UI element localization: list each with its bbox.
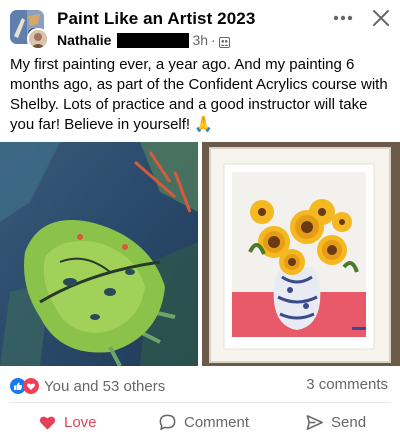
send-button[interactable]: Send xyxy=(305,411,366,433)
send-icon xyxy=(306,414,323,430)
love-button[interactable]: Love xyxy=(38,411,97,433)
comment-button[interactable]: Comment xyxy=(158,411,249,433)
love-reaction-icon xyxy=(23,378,39,394)
post-time[interactable]: 3h xyxy=(192,32,208,48)
post-actions: Love Comment Send xyxy=(0,407,400,437)
redaction-bar xyxy=(117,32,190,48)
send-label: Send xyxy=(331,413,367,431)
reactions-count[interactable]: You and 53 others xyxy=(44,378,165,395)
comment-label: Comment xyxy=(184,413,250,431)
group-name[interactable]: Paint Like an Artist 2023 xyxy=(57,9,255,29)
avatar-group[interactable] xyxy=(10,10,49,50)
monstera-leaf-painting[interactable] xyxy=(0,142,198,366)
group-audience-icon xyxy=(218,35,230,48)
comment-icon xyxy=(159,414,176,430)
sunflowers-vase-painting[interactable] xyxy=(202,142,400,366)
reactions-summary[interactable]: You and 53 others xyxy=(10,376,165,396)
post-body-text: My first painting ever, a year ago. And … xyxy=(10,56,388,133)
comments-count[interactable]: 3 comments xyxy=(306,376,388,393)
divider xyxy=(10,402,390,403)
author-name[interactable]: Nathalie xyxy=(57,32,111,48)
heart-icon xyxy=(39,416,56,430)
reaction-icons xyxy=(10,378,39,394)
post-card: Paint Like an Artist 2023 Nathalie 3h · xyxy=(0,0,400,437)
love-label: Love xyxy=(64,413,97,431)
meta-separator: · xyxy=(211,32,216,48)
more-options-icon[interactable] xyxy=(332,10,354,26)
post-images xyxy=(0,142,400,366)
post-header: Paint Like an Artist 2023 Nathalie 3h · xyxy=(0,0,400,52)
author-avatar[interactable] xyxy=(27,28,49,50)
post-meta: Nathalie 3h · xyxy=(57,31,230,49)
close-icon[interactable] xyxy=(371,8,391,28)
